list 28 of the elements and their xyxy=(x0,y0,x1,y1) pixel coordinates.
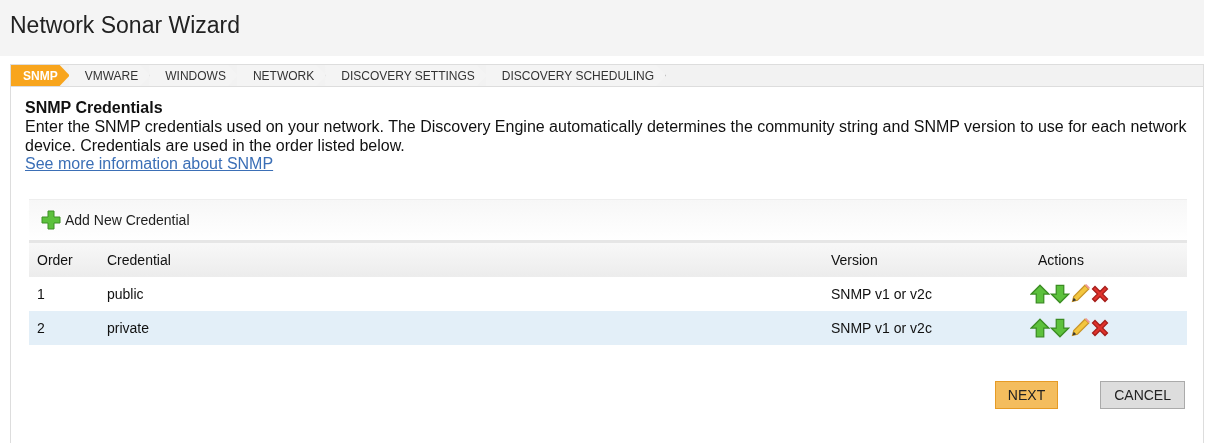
pencil-icon[interactable] xyxy=(1070,284,1090,304)
cancel-button[interactable]: CANCEL xyxy=(1100,381,1185,409)
move-down-icon[interactable] xyxy=(1050,284,1070,304)
move-down-icon[interactable] xyxy=(1050,318,1070,338)
table-cell-text: 2 xyxy=(36,320,46,336)
move-up-icon[interactable] xyxy=(1030,284,1050,304)
table-cell-text: SNMP v1 or v2c xyxy=(830,286,933,302)
info-link[interactable]: See more information about SNMP xyxy=(25,155,274,173)
table-row[interactable]: 1 public SNMP v1 or v2c xyxy=(29,277,1187,311)
column-header: Credential xyxy=(106,252,172,268)
plus-icon xyxy=(41,210,61,230)
column-header: Actions xyxy=(1037,252,1085,268)
table-row[interactable]: 2 private SNMP v1 or v2c xyxy=(29,311,1187,345)
delete-icon[interactable] xyxy=(1090,284,1110,304)
window-title: Network Sonar Wizard xyxy=(10,11,241,39)
pencil-icon[interactable] xyxy=(1070,318,1090,338)
table-cell-text: private xyxy=(106,320,151,336)
table-cell-text: SNMP v1 or v2c xyxy=(830,320,933,336)
description-text: Enter the SNMP credentials used on your network. The Discovery Engine automatically determines the community string and SNMP version to use for each network device. Credentials are used in the order listed below. xyxy=(25,117,1188,155)
delete-icon[interactable] xyxy=(1090,318,1110,338)
add-credential-button[interactable]: Add New Credential xyxy=(41,210,190,230)
move-up-icon[interactable] xyxy=(1030,318,1050,338)
section-heading: SNMP Credentials xyxy=(25,99,164,117)
column-header: Order xyxy=(36,252,74,268)
table-cell-text: 1 xyxy=(36,286,46,302)
next-button[interactable]: NEXT xyxy=(994,381,1059,409)
column-header: Version xyxy=(830,252,879,268)
table-cell-text: public xyxy=(106,286,145,302)
